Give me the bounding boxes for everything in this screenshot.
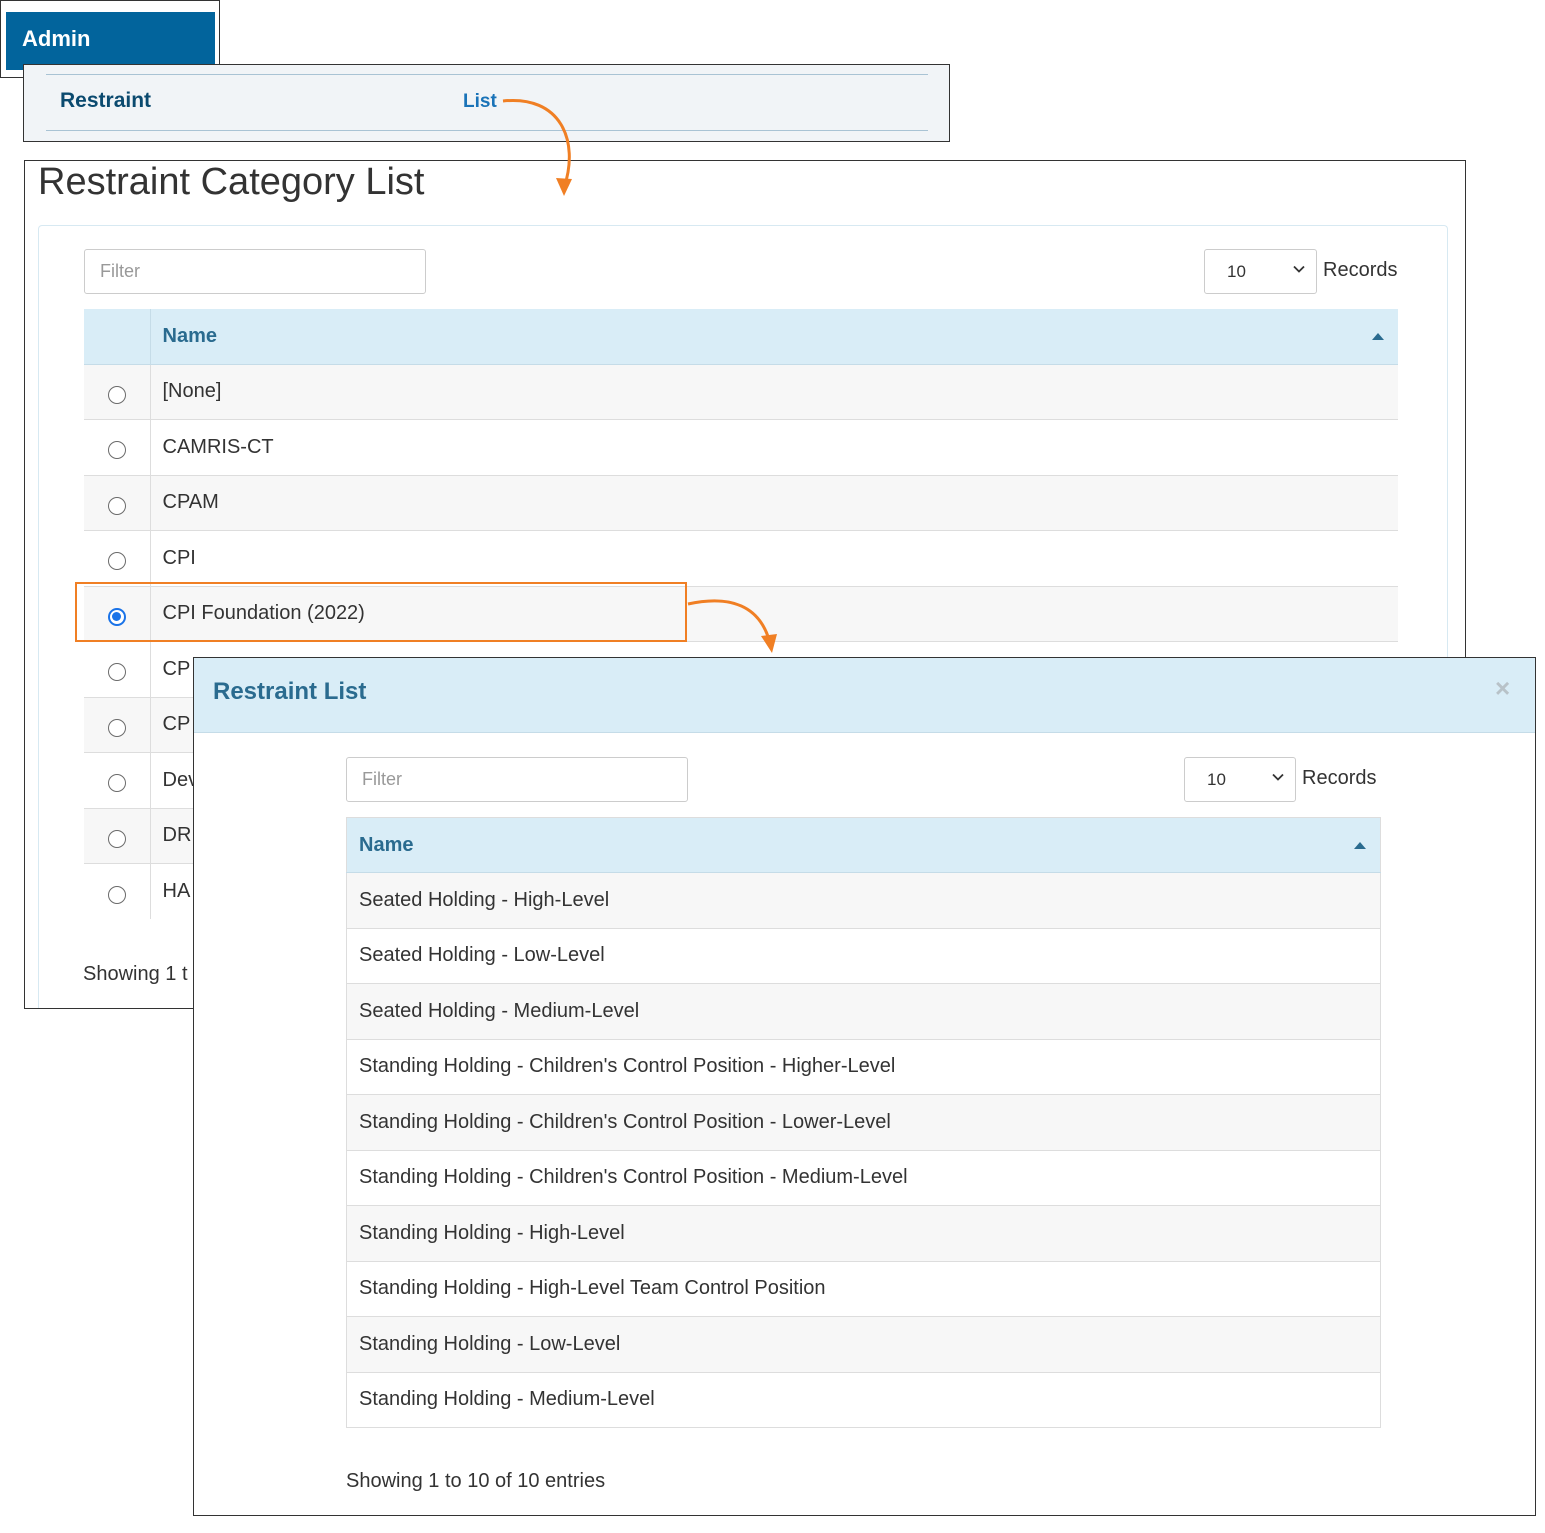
restraint-filter-input[interactable]: Filter <box>346 757 688 802</box>
row-name-cell: Standing Holding - Medium-Level <box>346 1371 1381 1428</box>
restraint-records-value: 10 <box>1207 769 1226 789</box>
chevron-down-icon <box>1272 773 1284 781</box>
restraint-records-label: Records <box>1302 767 1377 789</box>
table-row[interactable]: Standing Holding - Low-Level <box>346 1316 1381 1372</box>
table-row[interactable]: Standing Holding - High-Level <box>346 1205 1381 1261</box>
row-name-cell: Standing Holding - Children's Control Po… <box>346 1149 1381 1206</box>
table-row[interactable]: Standing Holding - Medium-Level <box>346 1371 1381 1428</box>
callout-arrow-icon <box>502 99 572 196</box>
row-name-cell: Seated Holding - Medium-Level <box>346 983 1381 1039</box>
row-name-cell: Standing Holding - Children's Control Po… <box>346 1094 1381 1150</box>
table-row[interactable]: Standing Holding - Children's Control Po… <box>346 1149 1381 1206</box>
table-row[interactable]: Seated Holding - Medium-Level <box>346 983 1381 1039</box>
row-name-cell: Seated Holding - High-Level <box>346 872 1381 928</box>
row-name-cell: Standing Holding - Low-Level <box>346 1316 1381 1372</box>
table-row[interactable]: Seated Holding - Low-Level <box>346 927 1381 984</box>
row-name-cell: Standing Holding - Children's Control Po… <box>346 1038 1381 1095</box>
row-name-cell: Standing Holding - High-Level Team Contr… <box>346 1260 1381 1317</box>
restraint-records-select[interactable]: 10 <box>1184 757 1296 802</box>
table-row[interactable]: Standing Holding - High-Level Team Contr… <box>346 1260 1381 1317</box>
close-icon[interactable]: × <box>1495 673 1510 704</box>
table-row[interactable]: Standing Holding - Children's Control Po… <box>346 1094 1381 1150</box>
name-column-label: Name <box>359 833 414 856</box>
modal-title: Restraint List <box>213 678 367 705</box>
table-header-row: Name <box>346 817 1381 873</box>
callout-arrow-icon <box>687 599 777 653</box>
restraint-list-modal: Restraint List × Filter 10 Records Name … <box>193 657 1536 1516</box>
modal-header: Restraint List × <box>194 658 1535 733</box>
table-row[interactable]: Standing Holding - Children's Control Po… <box>346 1038 1381 1095</box>
table-row[interactable]: Seated Holding - High-Level <box>346 872 1381 928</box>
row-name-cell: Seated Holding - Low-Level <box>346 927 1381 984</box>
restraint-table: Name Seated Holding - High-Level Seated H… <box>346 817 1381 1428</box>
row-name-cell: Standing Holding - High-Level <box>346 1205 1381 1261</box>
restraint-table-info: Showing 1 to 10 of 10 entries <box>346 1470 606 1492</box>
sort-ascending-icon <box>1354 842 1366 849</box>
name-column-header[interactable]: Name <box>346 817 1381 873</box>
